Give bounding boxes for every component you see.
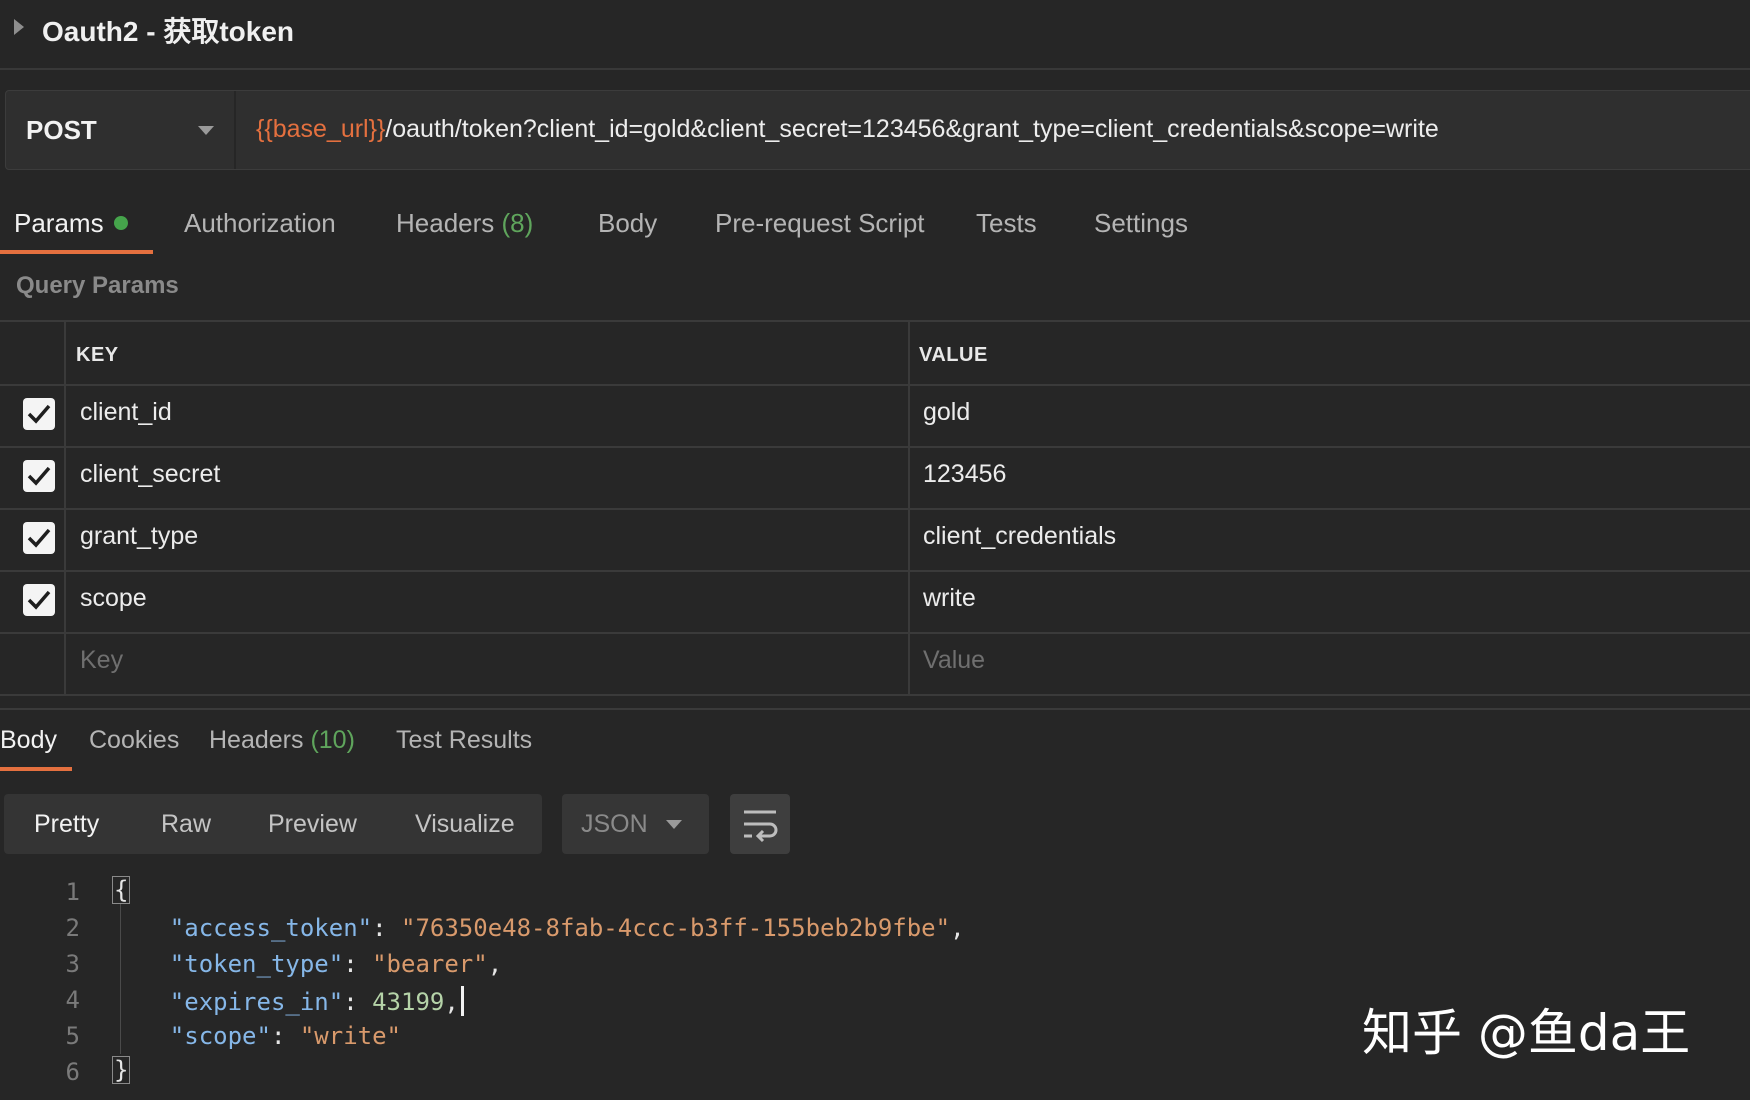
- param-key[interactable]: scope: [80, 584, 147, 613]
- line-number: 5: [65, 1022, 80, 1050]
- open-brace: {: [112, 876, 131, 904]
- tab-headers[interactable]: Headers (8): [396, 208, 533, 239]
- column-divider: [64, 320, 66, 694]
- query-params-title: Query Params: [16, 272, 179, 299]
- code-line-3: "token_type": "bearer",: [169, 950, 503, 978]
- method-select[interactable]: POST: [6, 91, 236, 169]
- code-line-6: }: [112, 1056, 131, 1084]
- headers-count: (8): [501, 208, 534, 238]
- url-variable: {{base_url}}: [256, 115, 386, 143]
- tab-tests[interactable]: Tests: [976, 208, 1037, 239]
- watermark: 知乎 @鱼da王: [1362, 1004, 1691, 1062]
- tab-settings[interactable]: Settings: [1094, 208, 1188, 239]
- response-body-viewer[interactable]: 1 2 3 4 5 6 { "access_token": "76350e48-…: [0, 872, 1750, 1100]
- params-active-dot: [113, 216, 128, 230]
- request-tabs: Params Authorization Headers (8) Body Pr…: [0, 200, 1750, 256]
- view-mode-group: Pretty Raw Preview Visualize: [4, 794, 542, 854]
- param-value[interactable]: client_credentials: [923, 522, 1116, 551]
- response-tab-headers-label: Headers: [209, 726, 304, 754]
- param-value[interactable]: 123456: [923, 460, 1006, 489]
- table-row: client_id gold: [0, 384, 1750, 448]
- column-divider: [908, 320, 910, 694]
- json-key: "expires_in": [169, 988, 344, 1016]
- check-icon: [27, 404, 51, 424]
- view-preview-button[interactable]: Preview: [268, 810, 357, 839]
- response-headers-count: (10): [310, 726, 355, 754]
- active-tab-indicator: [0, 250, 153, 254]
- request-title-bar: Oauth2 - 获取token: [0, 0, 1750, 70]
- key-column-header: KEY: [76, 344, 119, 366]
- response-tab-test-results[interactable]: Test Results: [396, 726, 532, 755]
- check-icon: [27, 590, 51, 610]
- param-key[interactable]: client_id: [80, 398, 172, 427]
- line-number: 4: [65, 986, 80, 1014]
- table-row: grant_type client_credentials: [0, 508, 1750, 572]
- view-raw-button[interactable]: Raw: [161, 810, 211, 839]
- code-line-1: {: [112, 876, 131, 904]
- text-cursor: [460, 986, 464, 1016]
- view-visualize-button[interactable]: Visualize: [415, 810, 515, 839]
- close-brace: }: [112, 1056, 131, 1084]
- check-icon: [27, 528, 51, 548]
- table-row: scope write: [0, 570, 1750, 634]
- tab-params-label: Params: [14, 208, 104, 238]
- line-number: 2: [65, 914, 80, 942]
- json-number-value: 43199: [372, 988, 445, 1016]
- line-number: 1: [65, 878, 80, 906]
- chevron-down-icon: [198, 126, 214, 135]
- code-line-4: "expires_in": 43199,: [112, 986, 464, 1016]
- new-param-row: Key Value: [0, 632, 1750, 696]
- check-icon: [27, 466, 51, 486]
- new-key-input[interactable]: Key: [80, 646, 123, 675]
- tab-body[interactable]: Body: [598, 208, 657, 239]
- view-pretty-button[interactable]: Pretty: [34, 810, 99, 839]
- row-checkbox[interactable]: [23, 522, 55, 554]
- wrap-lines-button[interactable]: [730, 794, 790, 854]
- wrap-lines-icon: [744, 810, 778, 843]
- code-line-5: "scope": "write": [169, 1022, 402, 1050]
- response-tab-body[interactable]: Body: [0, 726, 57, 755]
- expand-caret-icon[interactable]: [14, 19, 24, 35]
- url-input[interactable]: {{base_url}}/oauth/token?client_id=gold&…: [256, 115, 1439, 144]
- table-header-row: KEY VALUE: [0, 322, 1750, 386]
- line-number: 3: [65, 950, 80, 978]
- json-string-value: "76350e48-8fab-4ccc-b3ff-155beb2b9fbe": [401, 914, 951, 942]
- row-checkbox[interactable]: [23, 398, 55, 430]
- method-label: POST: [26, 115, 97, 145]
- json-string-value: "write": [299, 1022, 402, 1050]
- new-value-input[interactable]: Value: [923, 646, 985, 675]
- param-key[interactable]: client_secret: [80, 460, 220, 489]
- format-select[interactable]: JSON: [562, 794, 709, 854]
- response-tab-headers[interactable]: Headers (10): [209, 726, 355, 755]
- code-line-2: "access_token": "76350e48-8fab-4ccc-b3ff…: [169, 914, 965, 942]
- request-url-bar: POST {{base_url}}/oauth/token?client_id=…: [5, 90, 1750, 170]
- format-label: JSON: [581, 810, 648, 838]
- url-path: /oauth/token?client_id=gold&client_secre…: [385, 115, 1439, 143]
- line-number: 6: [65, 1058, 80, 1086]
- tab-pre-request-script[interactable]: Pre-request Script: [715, 208, 925, 239]
- json-key: "scope": [169, 1022, 271, 1050]
- param-value[interactable]: gold: [923, 398, 970, 427]
- tab-headers-label: Headers: [396, 208, 495, 238]
- json-string-value: "bearer": [372, 950, 488, 978]
- response-divider: [0, 708, 1750, 710]
- param-key[interactable]: grant_type: [80, 522, 198, 551]
- table-row: client_secret 123456: [0, 446, 1750, 510]
- response-tab-cookies[interactable]: Cookies: [89, 726, 179, 755]
- tab-params[interactable]: Params: [14, 208, 128, 239]
- row-checkbox[interactable]: [23, 460, 55, 492]
- param-value[interactable]: write: [923, 584, 976, 613]
- request-title[interactable]: Oauth2 - 获取token: [42, 10, 294, 50]
- response-active-tab-indicator: [0, 767, 72, 771]
- query-params-table: KEY VALUE client_id gold client_secret 1…: [0, 320, 1750, 696]
- json-key: "token_type": [169, 950, 344, 978]
- row-checkbox[interactable]: [23, 584, 55, 616]
- value-column-header: VALUE: [919, 344, 988, 366]
- tab-authorization[interactable]: Authorization: [184, 208, 336, 239]
- chevron-down-icon: [666, 820, 682, 829]
- json-key: "access_token": [169, 914, 373, 942]
